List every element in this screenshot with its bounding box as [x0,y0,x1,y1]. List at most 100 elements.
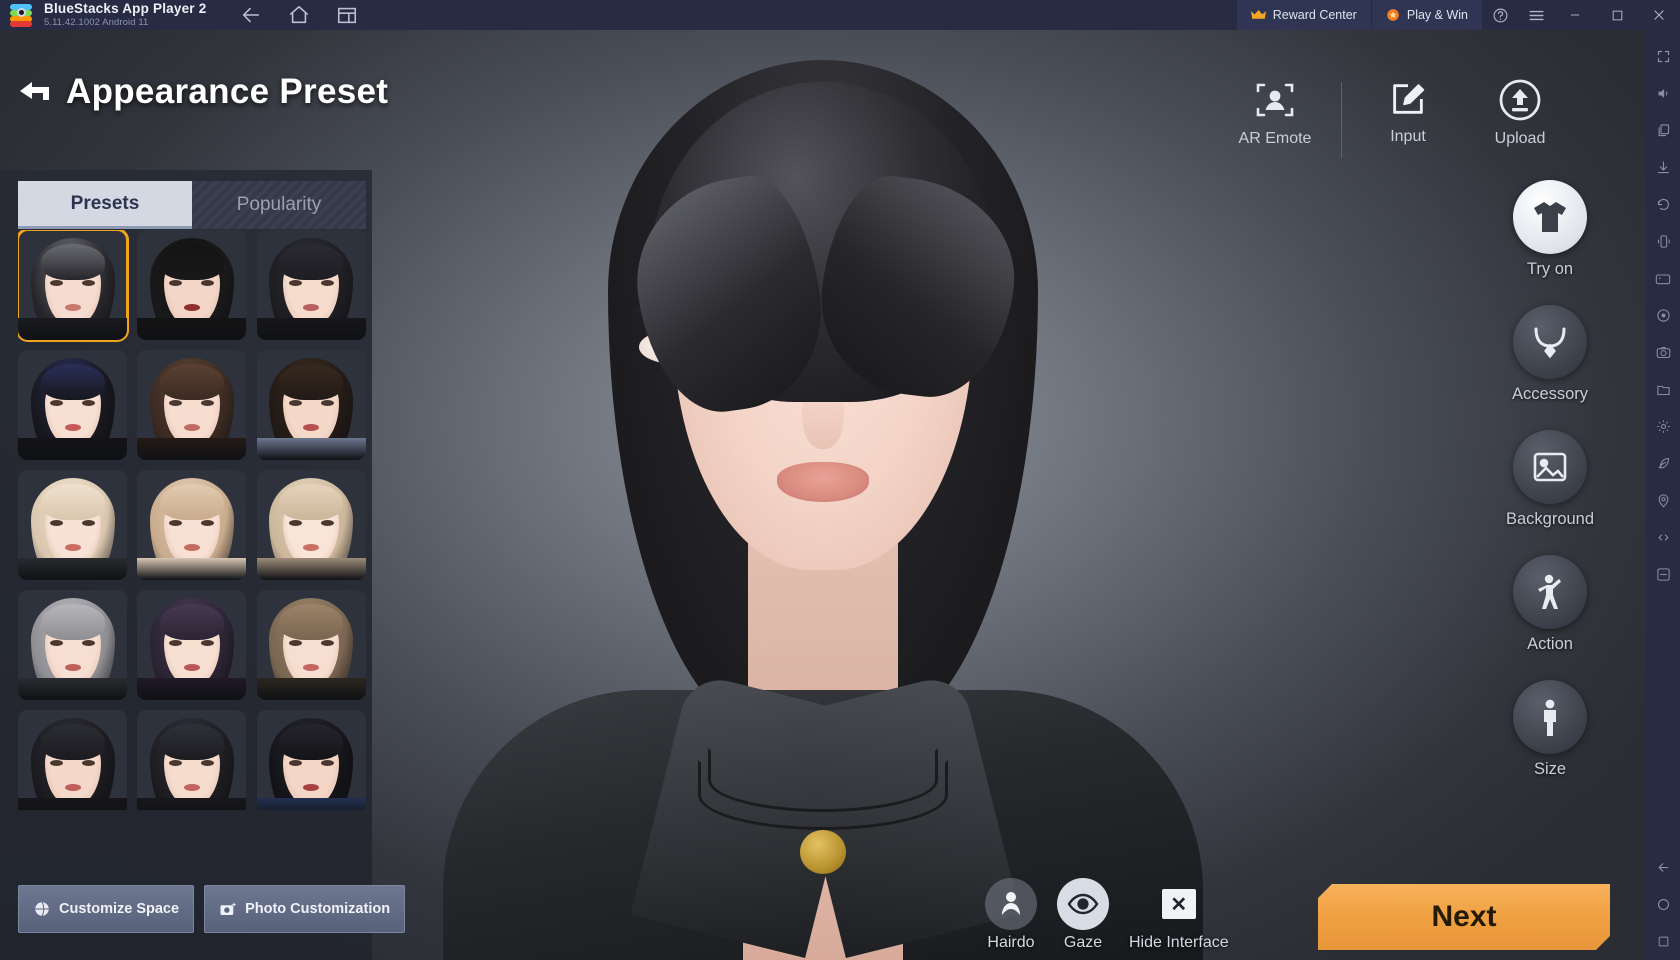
preset-thumbnail[interactable] [137,470,247,580]
keymapping-icon[interactable] [1646,260,1680,297]
preset-body [18,558,127,580]
preset-body [137,558,247,580]
help-button[interactable] [1482,0,1518,30]
preset-grid [18,230,366,810]
preset-eye-left [50,280,63,286]
preset-thumbnail[interactable] [256,230,366,340]
preset-bangs [159,604,224,640]
upload-cloud-icon [1499,79,1541,121]
left-panel-actions: Customize Space Photo Customization [18,885,406,933]
preset-thumbnail[interactable] [137,350,247,460]
upload-button[interactable]: Upload [1464,78,1576,148]
accessory-label: Accessory [1511,385,1589,403]
close-x-icon: ✕ [1161,889,1196,919]
volume-icon[interactable] [1646,75,1680,112]
preset-thumbnail[interactable] [137,710,247,810]
next-button[interactable]: Next [1318,884,1610,950]
maximize-button[interactable] [1596,0,1638,30]
preset-eye-left [50,520,63,526]
location-icon[interactable] [1646,482,1680,519]
tab-presets[interactable]: Presets [18,181,192,229]
preset-thumbnail[interactable] [18,350,127,460]
multi-instance-icon[interactable] [336,4,358,26]
preset-bangs [159,484,224,520]
minimize-button[interactable] [1554,0,1596,30]
photo-customization-button[interactable]: Photo Customization [204,885,406,933]
preset-eye-left [288,760,302,766]
character-preview[interactable] [443,30,1203,960]
preset-bangs [279,604,344,640]
eco-mode-icon[interactable] [1646,445,1680,482]
back-rail-icon[interactable] [1646,849,1680,886]
preset-body [18,678,127,700]
preset-thumbnail[interactable] [137,230,247,340]
preset-thumbnail[interactable] [137,590,247,700]
shake-icon[interactable] [1646,223,1680,260]
back-arrow-icon[interactable] [18,75,52,110]
try-on-button[interactable]: Try on [1500,180,1600,279]
preset-thumbnail[interactable] [18,590,127,700]
home-icon[interactable] [288,4,310,26]
home-rail-icon[interactable] [1646,886,1680,923]
macro-icon[interactable] [1646,297,1680,334]
back-icon[interactable] [240,4,262,26]
install-apk-icon[interactable] [1646,149,1680,186]
preset-thumbnail[interactable] [256,710,366,810]
recents-rail-icon[interactable] [1646,923,1680,960]
preset-thumbnail[interactable] [18,710,127,810]
customize-space-button[interactable]: Customize Space [18,885,195,933]
action-button[interactable]: Action [1500,555,1600,654]
game-viewport[interactable]: Appearance Preset Presets Popularity Cus… [0,30,1646,960]
scan-icon[interactable] [1646,556,1680,593]
tab-popularity[interactable]: Popularity [192,181,366,229]
pencil-square-icon [1393,84,1425,114]
bluestacks-logo-icon [10,4,32,27]
tshirt-icon [1513,180,1587,254]
media-manager-icon[interactable] [1646,371,1680,408]
settings-icon[interactable] [1646,408,1680,445]
preset-grid-scroll[interactable] [18,230,366,810]
copy-icon[interactable] [1646,112,1680,149]
preset-lips [64,664,81,671]
ar-emote-button[interactable]: AR Emote [1219,78,1331,148]
hair-bun-icon [985,878,1037,930]
input-label: Input [1390,128,1426,145]
preset-eye-right [82,640,95,646]
hide-interface-button[interactable]: ✕ Hide Interface [1129,878,1229,952]
maximize-icon [1612,10,1622,20]
close-button[interactable] [1638,0,1680,30]
character-choker-lower [698,760,948,830]
preset-body [137,798,247,810]
background-button[interactable]: Background [1500,430,1600,529]
preset-body [256,558,366,580]
screenshot-icon[interactable] [1646,334,1680,371]
preset-eye-left [288,400,302,406]
size-button[interactable]: Size [1500,680,1600,779]
preset-thumbnail[interactable] [18,230,129,342]
gaze-button[interactable]: Gaze [1057,878,1109,952]
script-icon[interactable] [1646,519,1680,556]
size-label: Size [1533,760,1567,778]
preset-bangs [279,364,344,400]
photo-customization-label: Photo Customization [245,901,391,917]
preset-lips [183,784,200,791]
rotate-icon[interactable] [1646,186,1680,223]
preset-thumbnail[interactable] [256,470,366,580]
image-icon [1513,430,1587,504]
try-on-label: Try on [1526,260,1574,278]
preset-eye-right [82,280,95,286]
reward-center-label: Reward Center [1272,8,1357,22]
preset-thumbnail[interactable] [18,470,127,580]
app-title: BlueStacks App Player 2 [44,1,207,17]
reward-center-button[interactable]: Reward Center [1236,0,1371,30]
preset-body [256,438,366,460]
fullscreen-icon[interactable] [1646,38,1680,75]
menu-button[interactable] [1518,0,1554,30]
input-button[interactable]: Input [1352,78,1464,146]
play-and-win-button[interactable]: Play & Win [1370,0,1482,30]
hairdo-button[interactable]: Hairdo [985,878,1037,952]
preset-lips [183,544,200,551]
preset-thumbnail[interactable] [256,590,366,700]
preset-thumbnail[interactable] [256,350,366,460]
accessory-button[interactable]: Accessory [1500,305,1600,404]
